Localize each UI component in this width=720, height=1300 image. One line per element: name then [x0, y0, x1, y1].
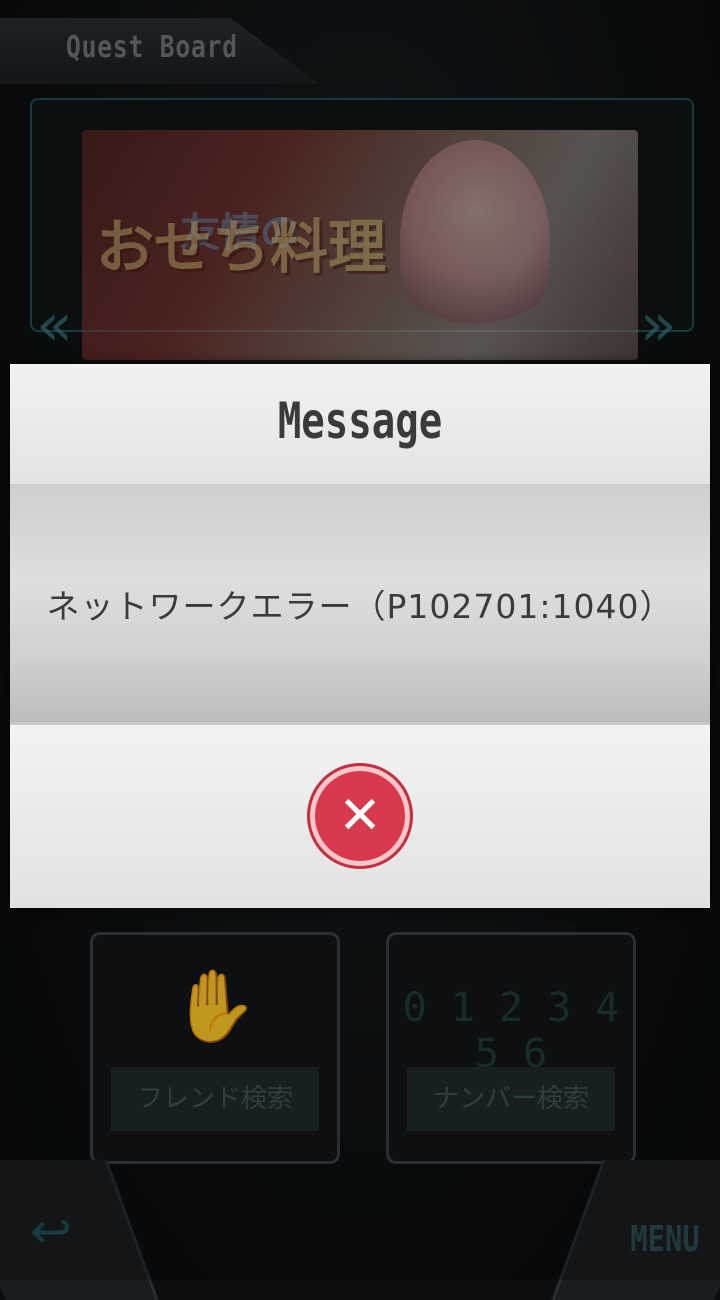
message-dialog: Message ネットワークエラー（P102701:1040） ✕: [10, 364, 710, 908]
dialog-body: ネットワークエラー（P102701:1040）: [10, 486, 710, 722]
error-message: ネットワークエラー（P102701:1040）: [46, 587, 674, 626]
dialog-title: Message: [277, 392, 443, 450]
dialog-header: Message: [10, 364, 710, 487]
close-button[interactable]: ✕: [310, 766, 410, 866]
close-icon: ✕: [338, 786, 382, 846]
